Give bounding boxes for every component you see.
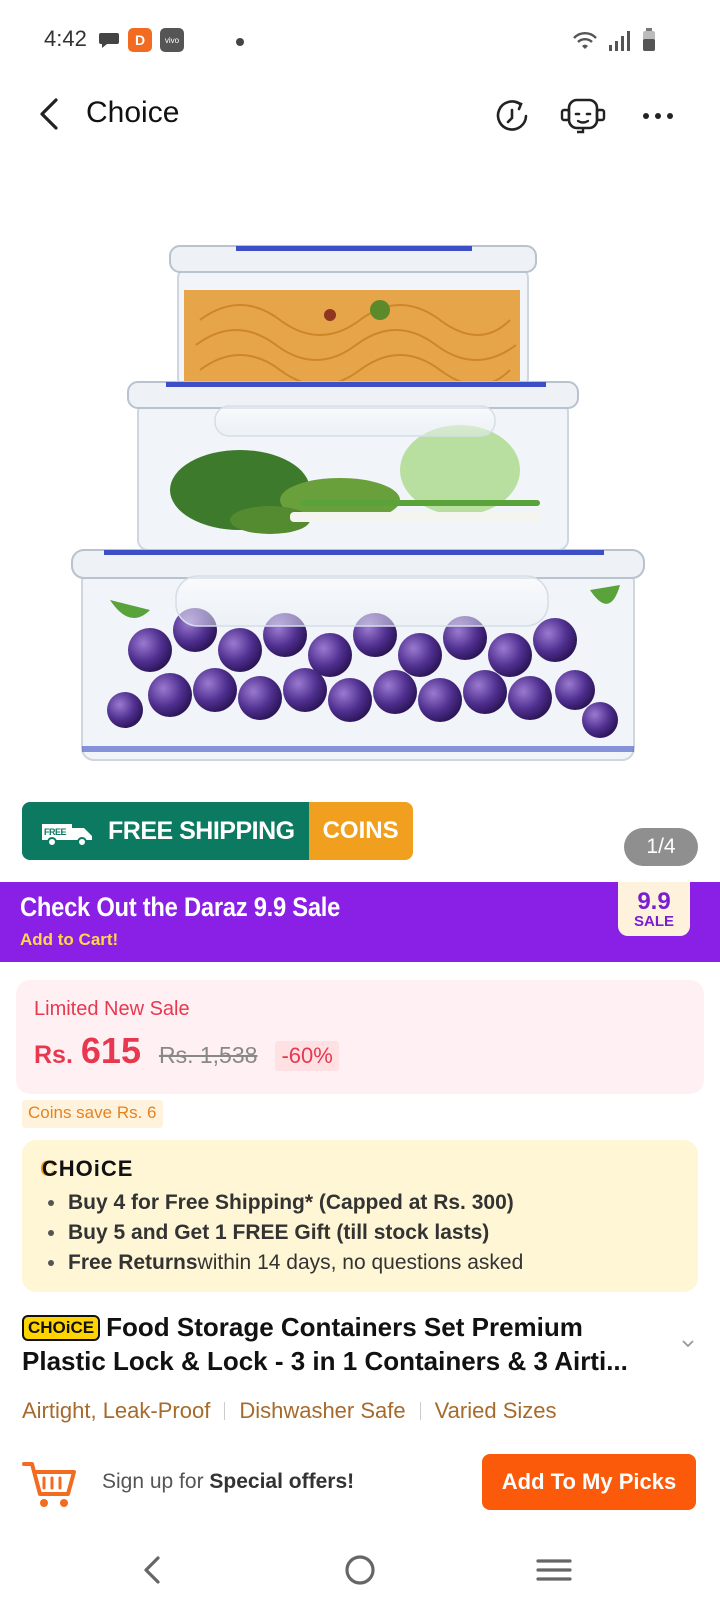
- promo-title: Check Out the Daraz 9.9 Sale: [20, 892, 341, 922]
- back-arrow-icon[interactable]: [30, 92, 70, 136]
- free-shipping-coins-badge: FREE FREE SHIPPING COINS: [22, 802, 413, 860]
- page-title: Choice: [86, 96, 180, 129]
- nav-back-icon[interactable]: [128, 1546, 176, 1594]
- system-nav-bar: [0, 1536, 720, 1608]
- feature-tag: Airtight, Leak-Proof: [22, 1398, 211, 1423]
- sale-badge: 9.9 SALE: [618, 882, 690, 936]
- choice-logo-text: CHOiCE: [41, 1156, 134, 1181]
- choice-logo: CCHOiCE: [40, 1156, 134, 1181]
- list-item: Free Returns within 14 days, no question…: [46, 1248, 523, 1278]
- original-price: Rs. 1,538: [158, 1042, 258, 1068]
- feature-tag: Dishwasher Safe: [239, 1398, 406, 1423]
- sale-price: 615: [80, 1030, 141, 1071]
- price-currency: Rs.: [34, 1041, 73, 1069]
- feature-tag: Varied Sizes: [434, 1398, 557, 1423]
- system-icons: [572, 28, 656, 52]
- choice-benefits-list: Buy 4 for Free Shipping* (Capped at Rs. …: [46, 1188, 523, 1278]
- divider: [224, 1402, 226, 1420]
- share-icon[interactable]: [490, 94, 534, 138]
- vivo-app-icon: vivo: [160, 28, 184, 52]
- feature-tags: Airtight, Leak-Proof Dishwasher Safe Var…: [22, 1398, 557, 1424]
- notification-icons: D vivo: [98, 28, 184, 52]
- price-card: Limited New Sale Rs. 615 Rs. 1,538 -60%: [16, 980, 704, 1094]
- battery-icon: [643, 28, 655, 51]
- coins-segment: COINS: [308, 802, 413, 860]
- choice-tag: CHOiCE: [22, 1315, 101, 1341]
- choice-benefits-card[interactable]: CCHOiCE Buy 4 for Free Shipping* (Capped…: [22, 1140, 698, 1292]
- chat-notification-icon: [99, 33, 119, 48]
- sale-badge-number: 9.9: [637, 887, 671, 915]
- promo-subtitle: Add to Cart!: [20, 930, 119, 949]
- signal-icon: [609, 31, 630, 51]
- product-title[interactable]: CHOiCE Food Storage Containers Set Premiu…: [22, 1310, 672, 1378]
- nav-menu-icon[interactable]: [530, 1546, 578, 1594]
- support-icon[interactable]: [558, 94, 608, 138]
- more-icon[interactable]: [636, 94, 680, 138]
- sale-badge-label: SALE: [633, 912, 674, 930]
- cart-icon[interactable]: [22, 1456, 78, 1512]
- action-bar: Sign up for Special offers! Add To My Pi…: [0, 1448, 720, 1536]
- status-time: 4:42: [44, 26, 87, 51]
- daraz-app-icon: D: [128, 28, 152, 52]
- product-image-carousel[interactable]: FREE FREE SHIPPING COINS 1/4: [0, 150, 720, 882]
- image-counter: 1/4: [624, 828, 698, 866]
- truck-icon: FREE: [42, 824, 92, 847]
- free-label: FREE: [44, 827, 67, 837]
- product-image: [71, 245, 645, 761]
- nav-home-icon[interactable]: [336, 1546, 384, 1594]
- product-title-text: Food Storage Containers Set Premium Plas…: [22, 1312, 628, 1376]
- discount-badge: -60%: [275, 1041, 339, 1071]
- signup-offer-text[interactable]: Sign up for Special offers!: [102, 1470, 354, 1494]
- free-shipping-segment: FREE FREE SHIPPING: [22, 802, 309, 860]
- price-row: Rs. 615 Rs. 1,538 -60%: [34, 1030, 339, 1072]
- limited-sale-label: Limited New Sale: [34, 998, 190, 1020]
- notification-dot-icon: [236, 38, 244, 46]
- status-bar: 4:42 D vivo: [0, 0, 720, 82]
- free-shipping-label: FREE SHIPPING: [108, 816, 295, 845]
- coins-save-badge: Coins save Rs. 6: [22, 1100, 163, 1128]
- list-item: Buy 4 for Free Shipping* (Capped at Rs. …: [46, 1188, 523, 1218]
- divider: [419, 1402, 421, 1420]
- app-bar: Choice: [0, 82, 720, 148]
- wifi-icon: [573, 32, 597, 49]
- list-item: Buy 5 and Get 1 FREE Gift (till stock la…: [46, 1218, 523, 1248]
- add-to-my-picks-button[interactable]: Add To My Picks: [482, 1454, 696, 1510]
- chevron-down-icon[interactable]: [680, 1336, 696, 1352]
- sale-promo-banner[interactable]: Check Out the Daraz 9.9 Sale Add to Cart…: [0, 882, 720, 962]
